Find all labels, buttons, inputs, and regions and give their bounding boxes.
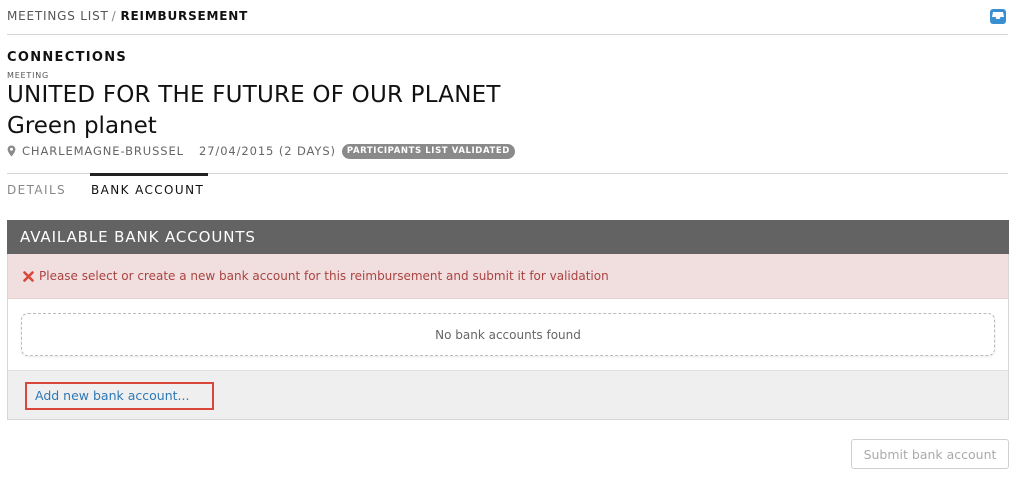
validation-alert: Please select or create a new bank accou… <box>8 254 1008 299</box>
breadcrumb: MEETINGS LIST / REIMBURSEMENT <box>7 9 248 23</box>
breadcrumb-separator: / <box>111 9 117 23</box>
breadcrumb-current-reimbursement: REIMBURSEMENT <box>120 9 249 23</box>
meeting-label: MEETING <box>7 71 50 80</box>
meeting-date: 27/04/2015 (2 DAYS) <box>198 144 336 158</box>
status-badge: PARTICIPANTS LIST VALIDATED <box>341 143 515 159</box>
active-tab-indicator <box>90 173 208 176</box>
submit-bank-account-button[interactable]: Submit bank account <box>851 439 1009 469</box>
map-pin-icon <box>7 145 16 157</box>
tab-bank-account[interactable]: BANK ACCOUNT <box>91 183 204 197</box>
meeting-subtitle: Green planet <box>7 113 157 139</box>
section-title: CONNECTIONS <box>7 50 128 65</box>
close-x-icon <box>23 270 34 282</box>
panel-header: AVAILABLE BANK ACCOUNTS <box>7 220 1009 254</box>
inbox-icon[interactable] <box>989 8 1007 25</box>
header-divider <box>7 34 1008 35</box>
empty-bank-accounts: No bank accounts found <box>21 313 995 356</box>
meeting-location: CHARLEMAGNE-BRUSSEL <box>22 144 184 158</box>
breadcrumb-meetings-list-link[interactable]: MEETINGS LIST <box>7 9 109 23</box>
alert-message: Please select or create a new bank accou… <box>39 269 609 283</box>
meeting-title: UNITED FOR THE FUTURE OF OUR PLANET <box>7 82 501 108</box>
empty-message: No bank accounts found <box>435 327 581 342</box>
add-bank-account-link[interactable]: Add new bank account... <box>25 382 214 410</box>
tab-details[interactable]: DETAILS <box>7 183 66 197</box>
meeting-meta: CHARLEMAGNE-BRUSSEL 27/04/2015 (2 DAYS) … <box>7 143 515 159</box>
